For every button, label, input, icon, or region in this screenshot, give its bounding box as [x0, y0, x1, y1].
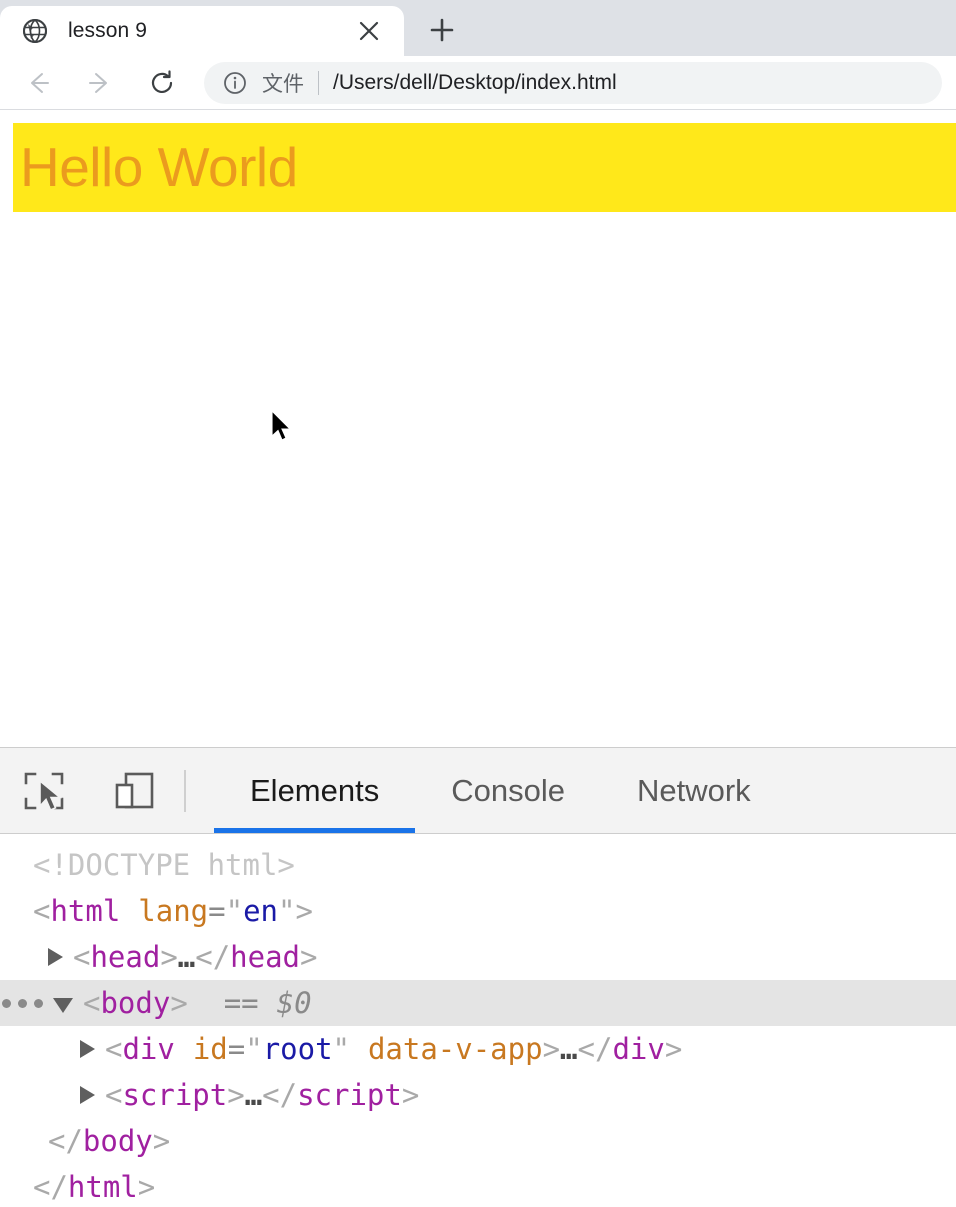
tab-console[interactable]: Console	[415, 748, 601, 833]
attr-name-id: id	[192, 1032, 228, 1066]
tag-name-script: script	[122, 1078, 228, 1112]
close-gt-bracket: >	[300, 940, 318, 974]
collapsed-children-ellipsis[interactable]: …	[560, 1026, 577, 1072]
tag-name-head: head	[90, 940, 161, 974]
attr-value-id: root	[262, 1032, 333, 1066]
tag-name-html: html	[50, 894, 121, 928]
close-tag-name-html: html	[67, 1170, 138, 1204]
close-open-bracket: </	[33, 1170, 68, 1204]
inspect-element-icon[interactable]	[18, 765, 70, 817]
close-open-bracket: </	[48, 1124, 83, 1158]
arrow-left-icon[interactable]	[18, 63, 58, 103]
close-tag-name-script: script	[297, 1078, 402, 1112]
dom-row-script[interactable]: < script >… </script >	[0, 1072, 956, 1118]
gt-bracket: >	[170, 986, 188, 1020]
url-scheme-label: 文件	[262, 72, 304, 96]
dom-tree[interactable]: <!DOCTYPE html> < html lang = " en " > < head >… <…	[0, 834, 956, 1207]
tab-strip: lesson 9	[0, 0, 956, 56]
close-open-bracket: </	[262, 1078, 298, 1112]
attr-equals: =	[227, 1032, 246, 1066]
console-ref-badge: $0	[276, 986, 312, 1020]
toolbar-separator	[184, 769, 186, 812]
dom-row-body-open[interactable]: < body > == $0	[0, 980, 956, 1026]
attr-equals: =	[208, 894, 226, 928]
close-open-bracket: </	[195, 940, 231, 974]
page-heading: Hello World	[13, 123, 956, 212]
device-toolbar-icon[interactable]	[108, 765, 160, 817]
browser-toolbar: 文件 /Users/dell/Desktop/index.html	[0, 56, 956, 110]
page-viewport: Hello World	[0, 110, 956, 747]
gt-bracket: >	[160, 940, 178, 974]
tab-elements-label: Elements	[250, 772, 380, 808]
dom-row-html-close[interactable]: </html >	[0, 1164, 956, 1207]
dom-row-head[interactable]: < head >… </head >	[0, 934, 956, 980]
tab-network[interactable]: Network	[601, 748, 787, 833]
close-gt-bracket: >	[152, 1124, 171, 1158]
attr-quote-open: "	[225, 894, 244, 928]
reload-icon[interactable]	[142, 63, 182, 103]
page-content: Hello World	[0, 110, 956, 212]
arrow-right-icon[interactable]	[80, 63, 120, 103]
open-bracket: <	[105, 1032, 123, 1066]
gt-bracket: >	[542, 1032, 561, 1066]
attr-value-lang: en	[243, 894, 278, 928]
attr-quote-close: "	[332, 1032, 350, 1066]
close-tag-name-head: head	[230, 940, 301, 974]
close-gt-bracket: >	[401, 1078, 420, 1112]
browser-window: lesson 9 文件 /Users/dell/Desktop/index.ht…	[0, 0, 956, 1207]
attr-quote-close: "	[277, 894, 296, 928]
chevron-down-icon[interactable]	[53, 997, 73, 1013]
attr-name-data-v-app: data-v-app	[367, 1032, 543, 1066]
dom-row-body-close[interactable]: </body >	[0, 1118, 956, 1164]
close-gt-bracket: >	[664, 1032, 683, 1066]
collapsed-children-ellipsis[interactable]: …	[245, 1072, 262, 1118]
tab-console-label: Console	[451, 772, 565, 808]
dom-row-div-root[interactable]: < div id = " root " data-v-app >… </div >	[0, 1026, 956, 1072]
mouse-pointer-icon	[270, 409, 294, 444]
attr-name-lang: lang	[138, 894, 209, 928]
close-bracket: >	[295, 894, 313, 928]
devtools-toolbar: Elements Console Network	[0, 748, 956, 834]
chevron-right-icon[interactable]	[80, 1086, 95, 1104]
collapsed-children-ellipsis[interactable]: …	[178, 934, 195, 980]
chevron-right-icon[interactable]	[48, 948, 63, 966]
close-tag-name-div: div	[612, 1032, 665, 1066]
dom-row-doctype[interactable]: <!DOCTYPE html>	[0, 842, 956, 888]
more-options-icon[interactable]	[2, 998, 43, 1008]
attr-quote-open: "	[245, 1032, 263, 1066]
open-bracket: <	[33, 894, 51, 928]
doctype-text: <!DOCTYPE html>	[33, 848, 295, 882]
url-text: /Users/dell/Desktop/index.html	[333, 70, 617, 94]
chevron-right-icon[interactable]	[80, 1040, 95, 1058]
tab-network-label: Network	[636, 772, 751, 808]
tag-name-div: div	[122, 1032, 175, 1066]
open-bracket: <	[73, 940, 91, 974]
address-bar[interactable]: 文件 /Users/dell/Desktop/index.html	[204, 61, 942, 104]
equals-marker: ==	[223, 986, 259, 1020]
browser-tab[interactable]: lesson 9	[0, 6, 404, 56]
devtools-panel: Elements Console Network <!DOCTYPE html>…	[0, 747, 956, 1207]
close-tag-name-body: body	[82, 1124, 153, 1158]
dom-row-html-open[interactable]: < html lang = " en " >	[0, 888, 956, 934]
omnibox-divider	[318, 70, 319, 95]
new-tab-button[interactable]	[420, 8, 464, 52]
tag-name-body: body	[100, 986, 171, 1020]
info-circle-icon[interactable]	[222, 70, 248, 96]
close-icon[interactable]	[352, 14, 386, 48]
globe-icon	[22, 18, 48, 44]
tab-elements[interactable]: Elements	[214, 748, 416, 833]
tab-title: lesson 9	[68, 19, 148, 42]
gt-bracket: >	[227, 1078, 245, 1112]
open-bracket: <	[105, 1078, 123, 1112]
devtools-tab-list: Elements Console Network	[214, 748, 956, 833]
close-gt-bracket: >	[137, 1170, 156, 1204]
open-bracket: <	[83, 986, 101, 1020]
close-open-bracket: </	[577, 1032, 613, 1066]
